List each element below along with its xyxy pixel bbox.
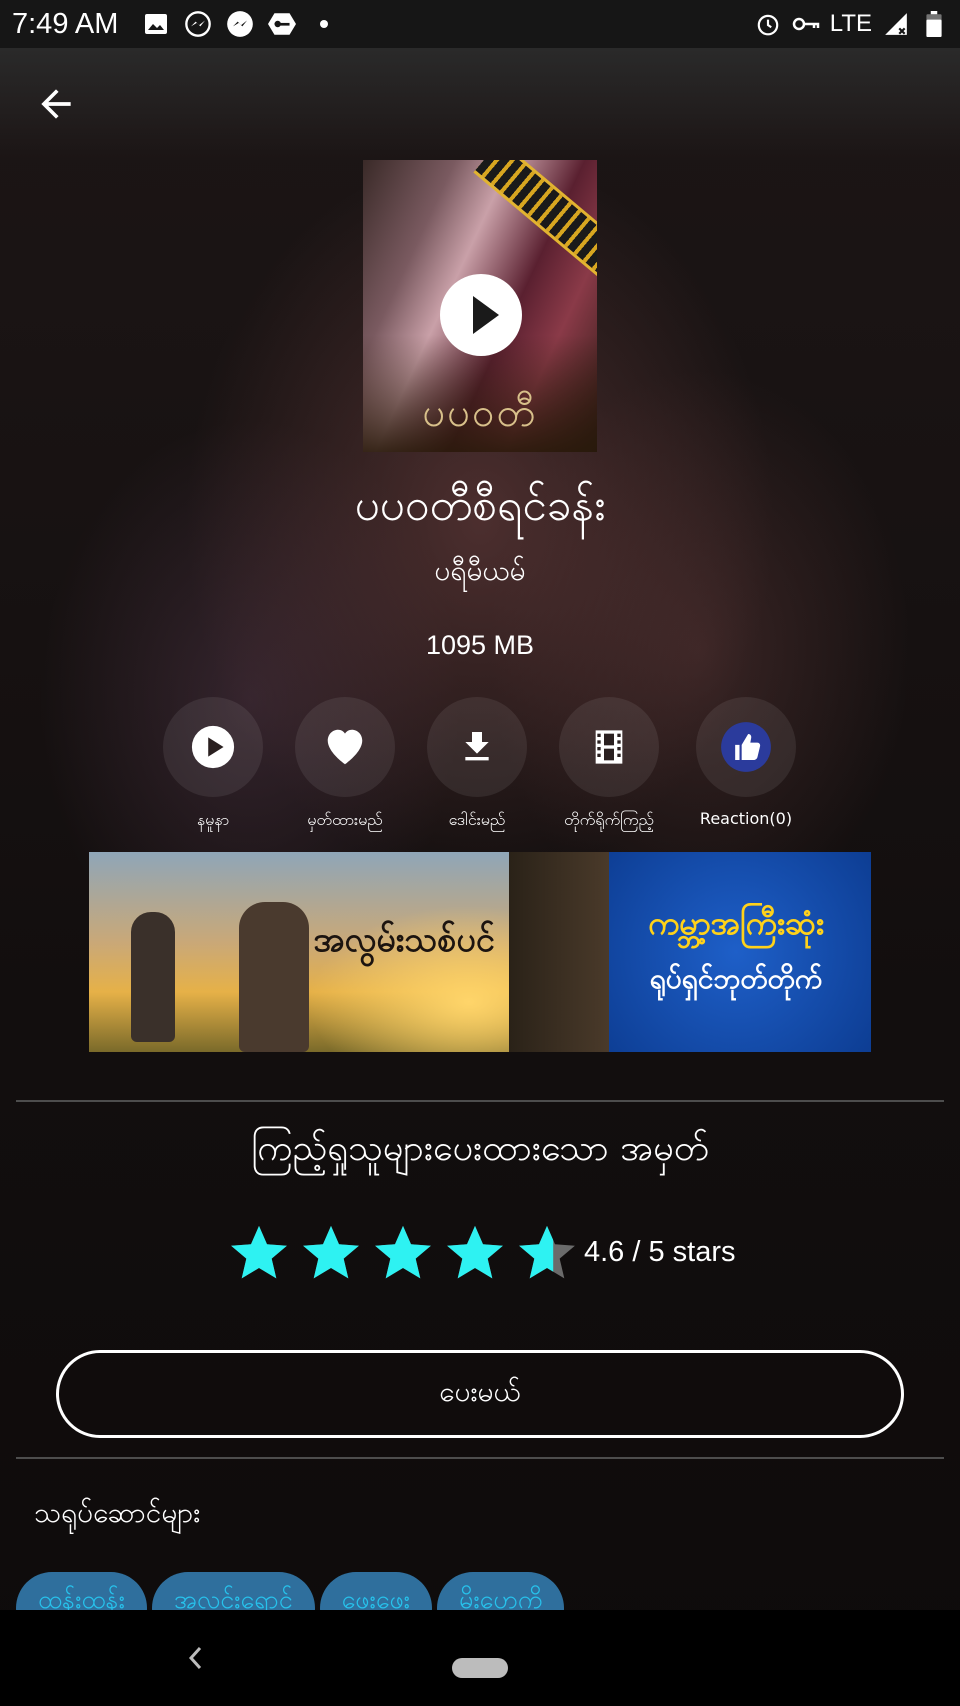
play-icon: [191, 725, 235, 769]
download-icon: [465, 732, 489, 761]
nav-home-button[interactable]: [452, 1658, 508, 1678]
messenger-filled-icon: [226, 10, 254, 38]
arrow-back-icon: [41, 89, 71, 119]
trailer-label: နမူနာ: [196, 810, 230, 829]
banner-movie-image: အလွမ်းသစ်ပင်: [89, 852, 609, 1052]
download-button[interactable]: ဒေါင်းမည်: [417, 697, 537, 833]
thumbs-up-icon: [721, 722, 771, 772]
cast-chip[interactable]: အလင်းရောင်: [151, 1572, 315, 1612]
cast-chip[interactable]: ထန်းထန်း: [16, 1572, 147, 1612]
more-dot-icon: [310, 10, 338, 38]
cast-chip[interactable]: ဖွေးဖွေး: [319, 1572, 433, 1612]
app-toolbar: [0, 48, 960, 158]
divider: [16, 1457, 944, 1459]
chevron-left-icon: [188, 1646, 202, 1670]
download-label: ဒေါင်းမည်: [448, 810, 506, 829]
signal-icon: [882, 10, 910, 38]
poster-title: ပပဝတီ: [422, 390, 538, 436]
network-type: LTE: [829, 10, 872, 37]
divider: [16, 1100, 944, 1102]
status-time: 7:49 AM: [12, 7, 119, 40]
banner-promo-line1: ကမ္ဘာ့အကြီးဆုံး: [648, 904, 824, 942]
rating-text: 4.6 / 5 stars: [584, 1236, 736, 1268]
reaction-button[interactable]: Reaction(0): [686, 697, 806, 828]
rating-title: ကြည့်ရှုသူများပေးထားသော အမှတ်: [251, 1128, 709, 1169]
battery-icon: [920, 10, 948, 38]
cast-chip[interactable]: မိုးဟေကို: [437, 1572, 565, 1612]
give-rating-button[interactable]: ပေးမယ်: [56, 1350, 904, 1438]
vpn-key-icon: [268, 10, 297, 38]
nav-back-button[interactable]: [184, 1644, 208, 1672]
cast-list: ထန်းထန်း အလင်းရောင် ဖွေးဖွေး မိုးဟေကို: [16, 1572, 565, 1612]
favorite-label: မှတ်ထားမည်: [307, 810, 383, 829]
ad-banner[interactable]: အလွမ်းသစ်ပင် ကမ္ဘာ့အကြီးဆုံး ရုပ်ရှင်ဘုတ…: [89, 852, 871, 1052]
image-icon: [142, 10, 170, 38]
star-icon: [375, 1225, 431, 1279]
movie-title: ပပဝတီစီရင်ခန်း: [354, 480, 606, 531]
banner-movie-title: အလွမ်းသစ်ပင်: [313, 920, 495, 960]
star-rating: [228, 1220, 578, 1286]
notification-icons: [142, 10, 338, 38]
poster-ribbon: [473, 160, 597, 282]
banner-promo-line2: ရုပ်ရှင်ဘုတ်တိုက်: [649, 962, 823, 995]
key-icon: [792, 10, 820, 38]
give-rating-label: ပေးမယ်: [439, 1375, 521, 1408]
system-nav-bar: [0, 1610, 960, 1706]
movie-subtitle: ပရီမီယမ်: [434, 554, 526, 587]
status-bar: 7:49 AM LTE: [0, 0, 960, 48]
heart-icon: [327, 729, 363, 765]
film-icon: [595, 730, 623, 764]
star-icon: [519, 1225, 575, 1279]
favorite-button[interactable]: မှတ်ထားမည်: [285, 697, 405, 833]
play-button[interactable]: [440, 274, 522, 356]
play-icon: [473, 296, 499, 334]
star-icon: [231, 1225, 287, 1279]
watch-online-label: တိုက်ရိုက်ကြည့်: [564, 810, 654, 829]
file-size: 1095 MB: [425, 630, 535, 660]
star-icon: [303, 1225, 359, 1279]
alarm-icon: [754, 10, 782, 38]
star-icon: [447, 1225, 503, 1279]
back-button[interactable]: [34, 82, 78, 126]
cast-section-title: သရုပ်ဆောင်များ: [34, 1496, 201, 1529]
banner-promo: ကမ္ဘာ့အကြီးဆုံး ရုပ်ရှင်ဘုတ်တိုက်: [601, 852, 871, 1052]
watch-online-button[interactable]: တိုက်ရိုက်ကြည့်: [549, 697, 669, 833]
reaction-label: Reaction(0): [699, 809, 793, 828]
messenger-icon: [184, 10, 212, 38]
trailer-button[interactable]: နမူနာ: [153, 697, 273, 833]
system-icons: LTE: [754, 10, 948, 38]
